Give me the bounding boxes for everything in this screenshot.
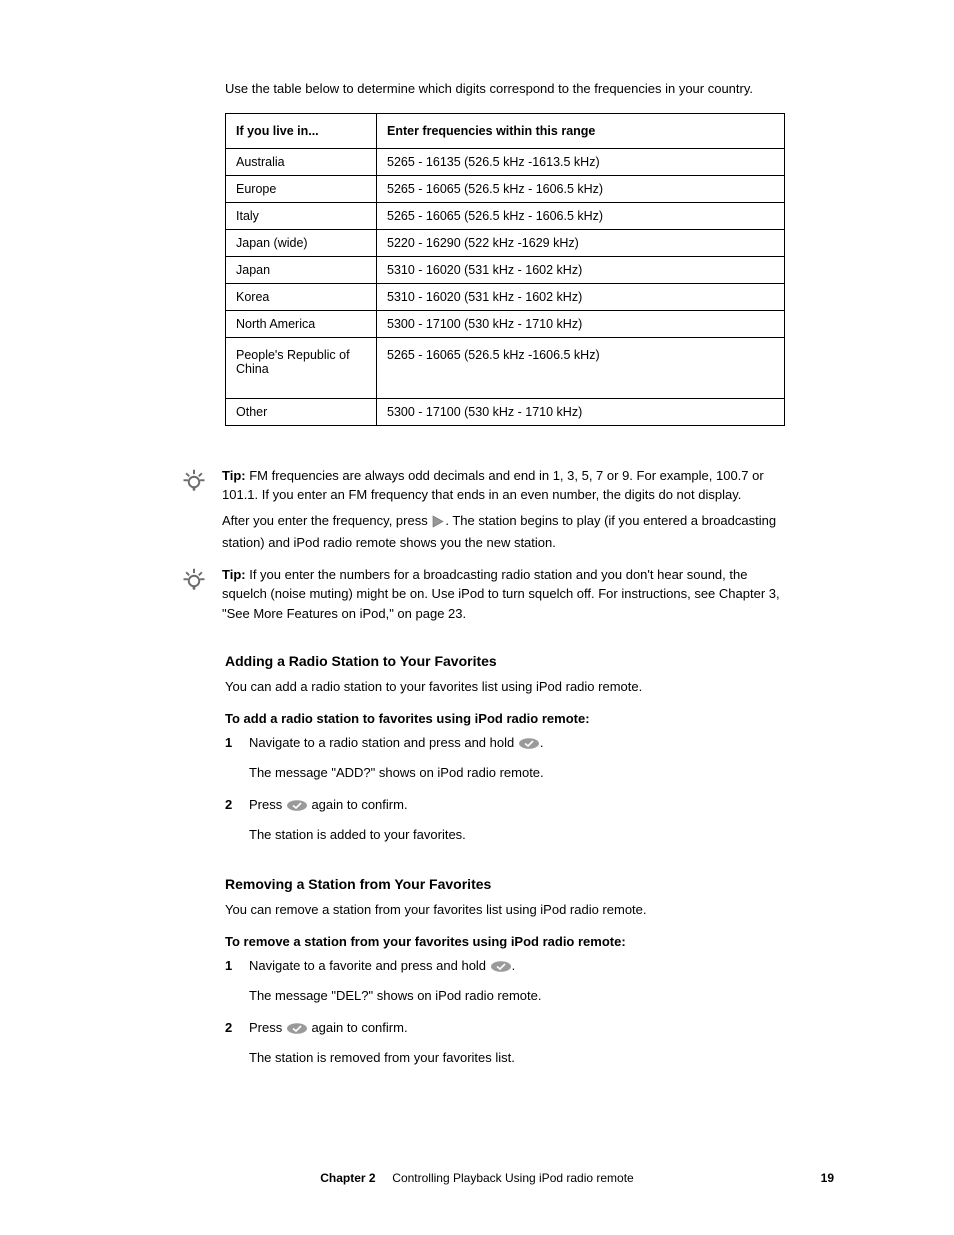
step-text: . <box>512 958 516 973</box>
page: Use the table below to determine which d… <box>0 0 954 1235</box>
check-button-icon <box>286 1020 308 1042</box>
step-result: The message "ADD?" shows on iPod radio r… <box>249 763 785 784</box>
table-row: Japan (wide)5220 - 16290 (522 kHz -1629 … <box>226 229 785 256</box>
region-cell: People's Republic of China <box>226 337 377 398</box>
table-row: Japan5310 - 16020 (531 kHz - 1602 kHz) <box>226 256 785 283</box>
footer-chapter: Chapter 2 <box>320 1171 375 1185</box>
step-result: The station is added to your favorites. <box>249 825 785 846</box>
tip-2: Tip: If you enter the numbers for a broa… <box>180 565 785 624</box>
step-result: The message "DEL?" shows on iPod radio r… <box>249 986 785 1007</box>
step-number: 1 <box>225 955 249 980</box>
tip-2-text: Tip: If you enter the numbers for a broa… <box>222 565 785 624</box>
region-cell: Japan (wide) <box>226 229 377 256</box>
lightbulb-icon <box>180 567 208 595</box>
range-cell: 5220 - 16290 (522 kHz -1629 kHz) <box>377 229 785 256</box>
check-button-icon <box>490 958 512 980</box>
range-cell: 5310 - 16020 (531 kHz - 1602 kHz) <box>377 283 785 310</box>
play-button-icon <box>431 514 445 534</box>
tip-label: Tip: <box>222 567 249 582</box>
table-row: Korea5310 - 16020 (531 kHz - 1602 kHz) <box>226 283 785 310</box>
step-number: 2 <box>225 794 249 819</box>
col-header-range: Enter frequencies within this range <box>377 113 785 148</box>
col-header-region: If you live in... <box>226 113 377 148</box>
add-intro: To add a radio station to favorites usin… <box>225 709 785 729</box>
table-row: Italy5265 - 16065 (526.5 kHz - 1606.5 kH… <box>226 202 785 229</box>
step: 2 Press again to confirm. <box>225 794 785 819</box>
remove-steps-2: 2 Press again to confirm. <box>225 1017 785 1042</box>
step-number: 2 <box>225 1017 249 1042</box>
table-row: Australia5265 - 16135 (526.5 kHz -1613.5… <box>226 148 785 175</box>
step: 2 Press again to confirm. <box>225 1017 785 1042</box>
tip-1-text: Tip: FM frequencies are always odd decim… <box>222 466 785 553</box>
step-text: Navigate to a radio station and press an… <box>249 735 518 750</box>
add-steps-2: 2 Press again to confirm. <box>225 794 785 819</box>
table-row: Other5300 - 17100 (530 kHz - 1710 kHz) <box>226 398 785 425</box>
check-button-icon <box>518 735 540 757</box>
step-number: 1 <box>225 732 249 757</box>
tip-label: Tip: <box>222 468 249 483</box>
step-body: Press again to confirm. <box>249 1017 785 1042</box>
step-body: Press again to confirm. <box>249 794 785 819</box>
check-button-icon <box>286 797 308 819</box>
step-body: Navigate to a radio station and press an… <box>249 732 785 757</box>
step-result: The station is removed from your favorit… <box>249 1048 785 1069</box>
range-cell: 5265 - 16065 (526.5 kHz -1606.5 kHz) <box>377 337 785 398</box>
table-row: People's Republic of China5265 - 16065 (… <box>226 337 785 398</box>
step: 1 Navigate to a favorite and press and h… <box>225 955 785 980</box>
range-cell: 5300 - 17100 (530 kHz - 1710 kHz) <box>377 398 785 425</box>
tip-body: FM frequencies are always odd decimals a… <box>222 468 764 503</box>
step-text: . <box>540 735 544 750</box>
region-cell: Australia <box>226 148 377 175</box>
range-cell: 5265 - 16135 (526.5 kHz -1613.5 kHz) <box>377 148 785 175</box>
page-footer: Chapter 2 Controlling Playback Using iPo… <box>0 1171 954 1185</box>
step-body: Navigate to a favorite and press and hol… <box>249 955 785 980</box>
region-cell: Other <box>226 398 377 425</box>
section-title-add: Adding a Radio Station to Your Favorites <box>225 653 785 669</box>
remove-body: You can remove a station from your favor… <box>225 900 785 920</box>
page-number: 19 <box>821 1171 834 1185</box>
region-cell: Korea <box>226 283 377 310</box>
table-header-row: If you live in... Enter frequencies with… <box>226 113 785 148</box>
footer-title: Controlling Playback Using iPod radio re… <box>392 1171 633 1185</box>
region-cell: Italy <box>226 202 377 229</box>
region-cell: Japan <box>226 256 377 283</box>
add-body: You can add a radio station to your favo… <box>225 677 785 697</box>
tip-body: If you enter the numbers for a broadcast… <box>222 567 780 621</box>
tip-after-prefix: After you enter the frequency, press <box>222 513 431 528</box>
region-cell: Europe <box>226 175 377 202</box>
remove-intro: To remove a station from your favorites … <box>225 932 785 952</box>
step-text: Press <box>249 1020 286 1035</box>
region-cell: North America <box>226 310 377 337</box>
range-cell: 5265 - 16065 (526.5 kHz - 1606.5 kHz) <box>377 202 785 229</box>
lead-paragraph: Use the table below to determine which d… <box>225 80 785 99</box>
step-text: Navigate to a favorite and press and hol… <box>249 958 490 973</box>
remove-steps: 1 Navigate to a favorite and press and h… <box>225 955 785 980</box>
step-text: again to confirm. <box>308 1020 408 1035</box>
tip-1: Tip: FM frequencies are always odd decim… <box>180 466 785 553</box>
add-steps: 1 Navigate to a radio station and press … <box>225 732 785 757</box>
table-row: Europe5265 - 16065 (526.5 kHz - 1606.5 k… <box>226 175 785 202</box>
frequency-table: If you live in... Enter frequencies with… <box>225 113 785 426</box>
content-column: Use the table below to determine which d… <box>225 80 785 1079</box>
step-text: Press <box>249 797 286 812</box>
step: 1 Navigate to a radio station and press … <box>225 732 785 757</box>
step-text: again to confirm. <box>308 797 408 812</box>
table-row: North America5300 - 17100 (530 kHz - 171… <box>226 310 785 337</box>
section-title-remove: Removing a Station from Your Favorites <box>225 876 785 892</box>
range-cell: 5310 - 16020 (531 kHz - 1602 kHz) <box>377 256 785 283</box>
range-cell: 5300 - 17100 (530 kHz - 1710 kHz) <box>377 310 785 337</box>
range-cell: 5265 - 16065 (526.5 kHz - 1606.5 kHz) <box>377 175 785 202</box>
lightbulb-icon <box>180 468 208 496</box>
